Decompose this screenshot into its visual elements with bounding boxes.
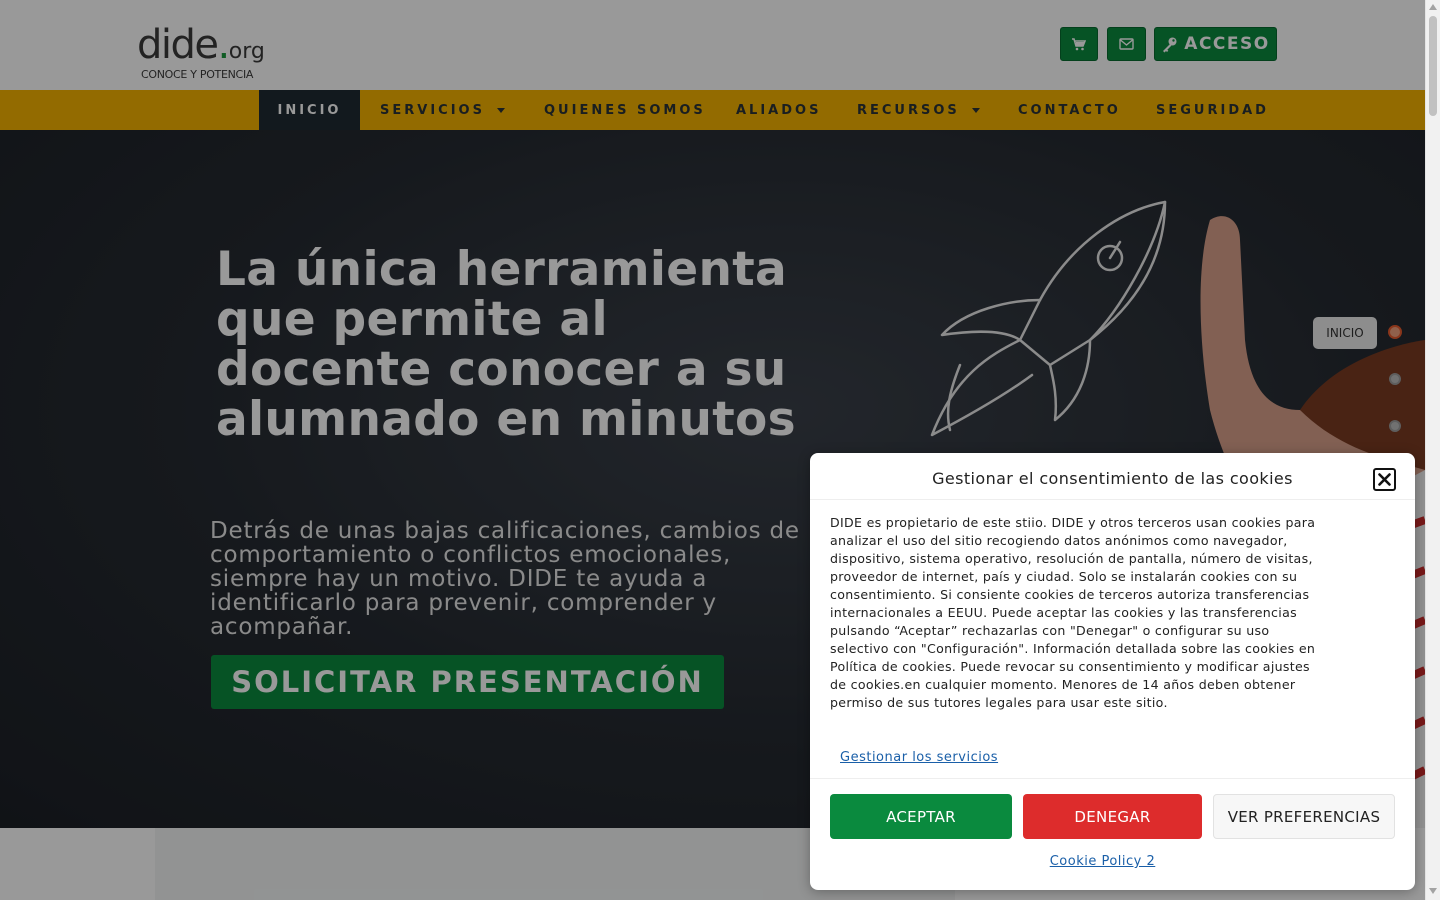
cookie-modal-title: Gestionar el consentimiento de las cooki… <box>932 469 1293 488</box>
scrollbar-thumb[interactable] <box>1429 16 1437 116</box>
cookie-policy-link[interactable]: Cookie Policy 2 <box>810 854 1395 869</box>
scroll-down-arrow-icon[interactable] <box>1429 888 1437 894</box>
cookie-modal-body: DIDE es propietario de este stiio. DIDE … <box>830 515 1316 710</box>
deny-cookies-button[interactable]: DENEGAR <box>1023 794 1202 839</box>
page-scrollbar[interactable] <box>1425 0 1440 900</box>
divider <box>810 778 1415 779</box>
close-modal-button[interactable] <box>1373 468 1396 491</box>
page: dide.org CONOCE Y POTENCIA ACCESO INICIO… <box>0 0 1440 900</box>
close-icon <box>1378 473 1391 486</box>
cookie-consent-modal: Gestionar el consentimiento de las cooki… <box>810 453 1415 890</box>
manage-services-link[interactable]: Gestionar los servicios <box>840 750 998 765</box>
divider <box>810 499 1415 500</box>
accept-cookies-button[interactable]: ACEPTAR <box>830 794 1012 839</box>
view-preferences-button[interactable]: VER PREFERENCIAS <box>1213 794 1395 839</box>
scroll-up-arrow-icon[interactable] <box>1429 4 1437 10</box>
